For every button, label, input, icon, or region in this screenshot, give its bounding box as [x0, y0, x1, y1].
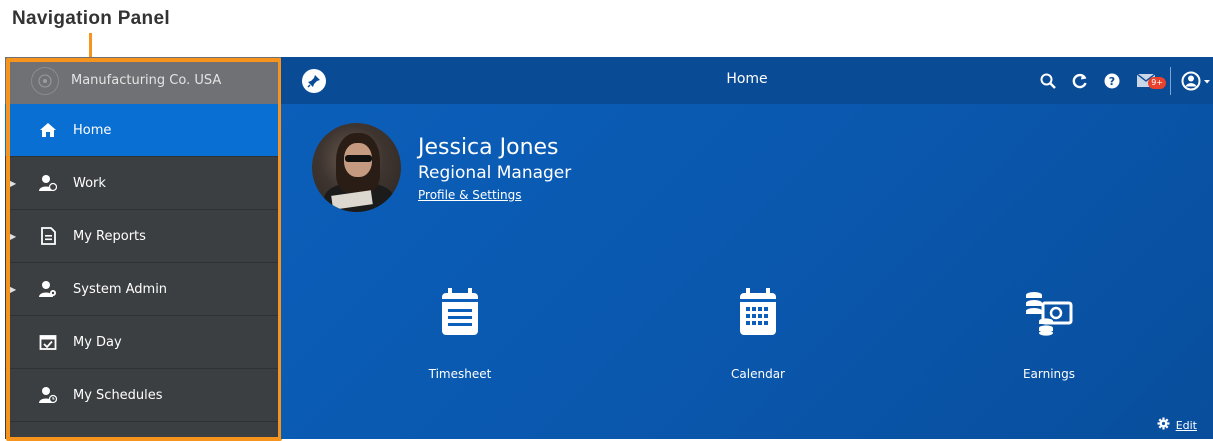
- edit-button[interactable]: Edit: [1157, 417, 1197, 433]
- timesheet-icon: [395, 275, 525, 337]
- tile-timesheet[interactable]: Timesheet: [395, 275, 525, 381]
- sidebar-item-label: Work: [73, 175, 106, 191]
- tile-earnings[interactable]: Earnings: [984, 275, 1114, 381]
- toolbar-divider: [1170, 66, 1171, 95]
- tile-label: Timesheet: [428, 367, 492, 381]
- user-clock-icon: [39, 174, 57, 192]
- report-icon: [39, 227, 57, 245]
- profile-role: Regional Manager: [418, 163, 572, 183]
- tile-label: Calendar: [731, 367, 785, 381]
- top-bar: Home ? 9+: [281, 57, 1213, 104]
- sidebar-item-my-reports[interactable]: ▶ My Reports: [5, 210, 281, 263]
- callout-connector: [89, 33, 92, 59]
- expand-arrow-icon[interactable]: ▶: [10, 179, 16, 188]
- profile-card: Jessica Jones Regional Manager Profile &…: [312, 123, 571, 212]
- search-icon[interactable]: [1036, 69, 1060, 93]
- company-logo-icon: [31, 66, 59, 95]
- sidebar-item-label: Home: [73, 122, 112, 138]
- sidebar-item-my-schedules[interactable]: My Schedules: [5, 369, 281, 422]
- sidebar-item-label: My Reports: [73, 228, 146, 244]
- home-icon: [39, 121, 57, 139]
- app-window: Manufacturing Co. USA Home ▶ Work ▶ My R…: [5, 57, 1213, 441]
- calendar-check-icon: [39, 333, 57, 351]
- user-schedule-icon: [39, 386, 57, 404]
- sidebar-item-system-admin[interactable]: ▶ System Admin: [5, 263, 281, 316]
- sidebar-item-label: My Schedules: [73, 387, 163, 403]
- home-dashboard: Home ? 9+ Jessica Jones Regional Manager…: [281, 57, 1213, 439]
- callout-title: Navigation Panel: [12, 8, 170, 29]
- sidebar-item-work[interactable]: ▶ Work: [5, 157, 281, 210]
- sidebar-item-label: System Admin: [73, 281, 168, 297]
- sidebar-item-my-day[interactable]: My Day: [5, 316, 281, 369]
- profile-settings-link[interactable]: Profile & Settings: [418, 185, 571, 205]
- gear-icon: [1157, 417, 1170, 433]
- navigation-panel: Manufacturing Co. USA Home ▶ Work ▶ My R…: [5, 57, 281, 439]
- company-name: Manufacturing Co. USA: [71, 73, 222, 88]
- svg-text:?: ?: [1109, 75, 1115, 88]
- company-selector[interactable]: Manufacturing Co. USA: [5, 57, 281, 104]
- profile-name: Jessica Jones: [418, 135, 559, 160]
- edit-label: Edit: [1175, 418, 1197, 432]
- tile-label: Earnings: [1022, 367, 1076, 381]
- help-icon[interactable]: ?: [1100, 69, 1124, 93]
- tile-calendar[interactable]: Calendar: [693, 275, 823, 381]
- user-gear-icon: [39, 280, 57, 298]
- expand-arrow-icon[interactable]: ▶: [10, 285, 16, 294]
- sidebar-item-home[interactable]: Home: [5, 104, 281, 157]
- avatar[interactable]: [312, 123, 401, 212]
- toolbar: ? 9+: [1036, 57, 1213, 104]
- expand-arrow-icon[interactable]: ▶: [10, 232, 16, 241]
- mail-icon[interactable]: 9+: [1132, 69, 1166, 93]
- earnings-icon: [984, 275, 1114, 337]
- calendar-icon: [693, 275, 823, 337]
- user-menu-icon[interactable]: [1179, 69, 1213, 93]
- sidebar-item-label: My Day: [73, 334, 122, 350]
- refresh-icon[interactable]: [1068, 69, 1092, 93]
- notification-badge: 9+: [1148, 76, 1166, 89]
